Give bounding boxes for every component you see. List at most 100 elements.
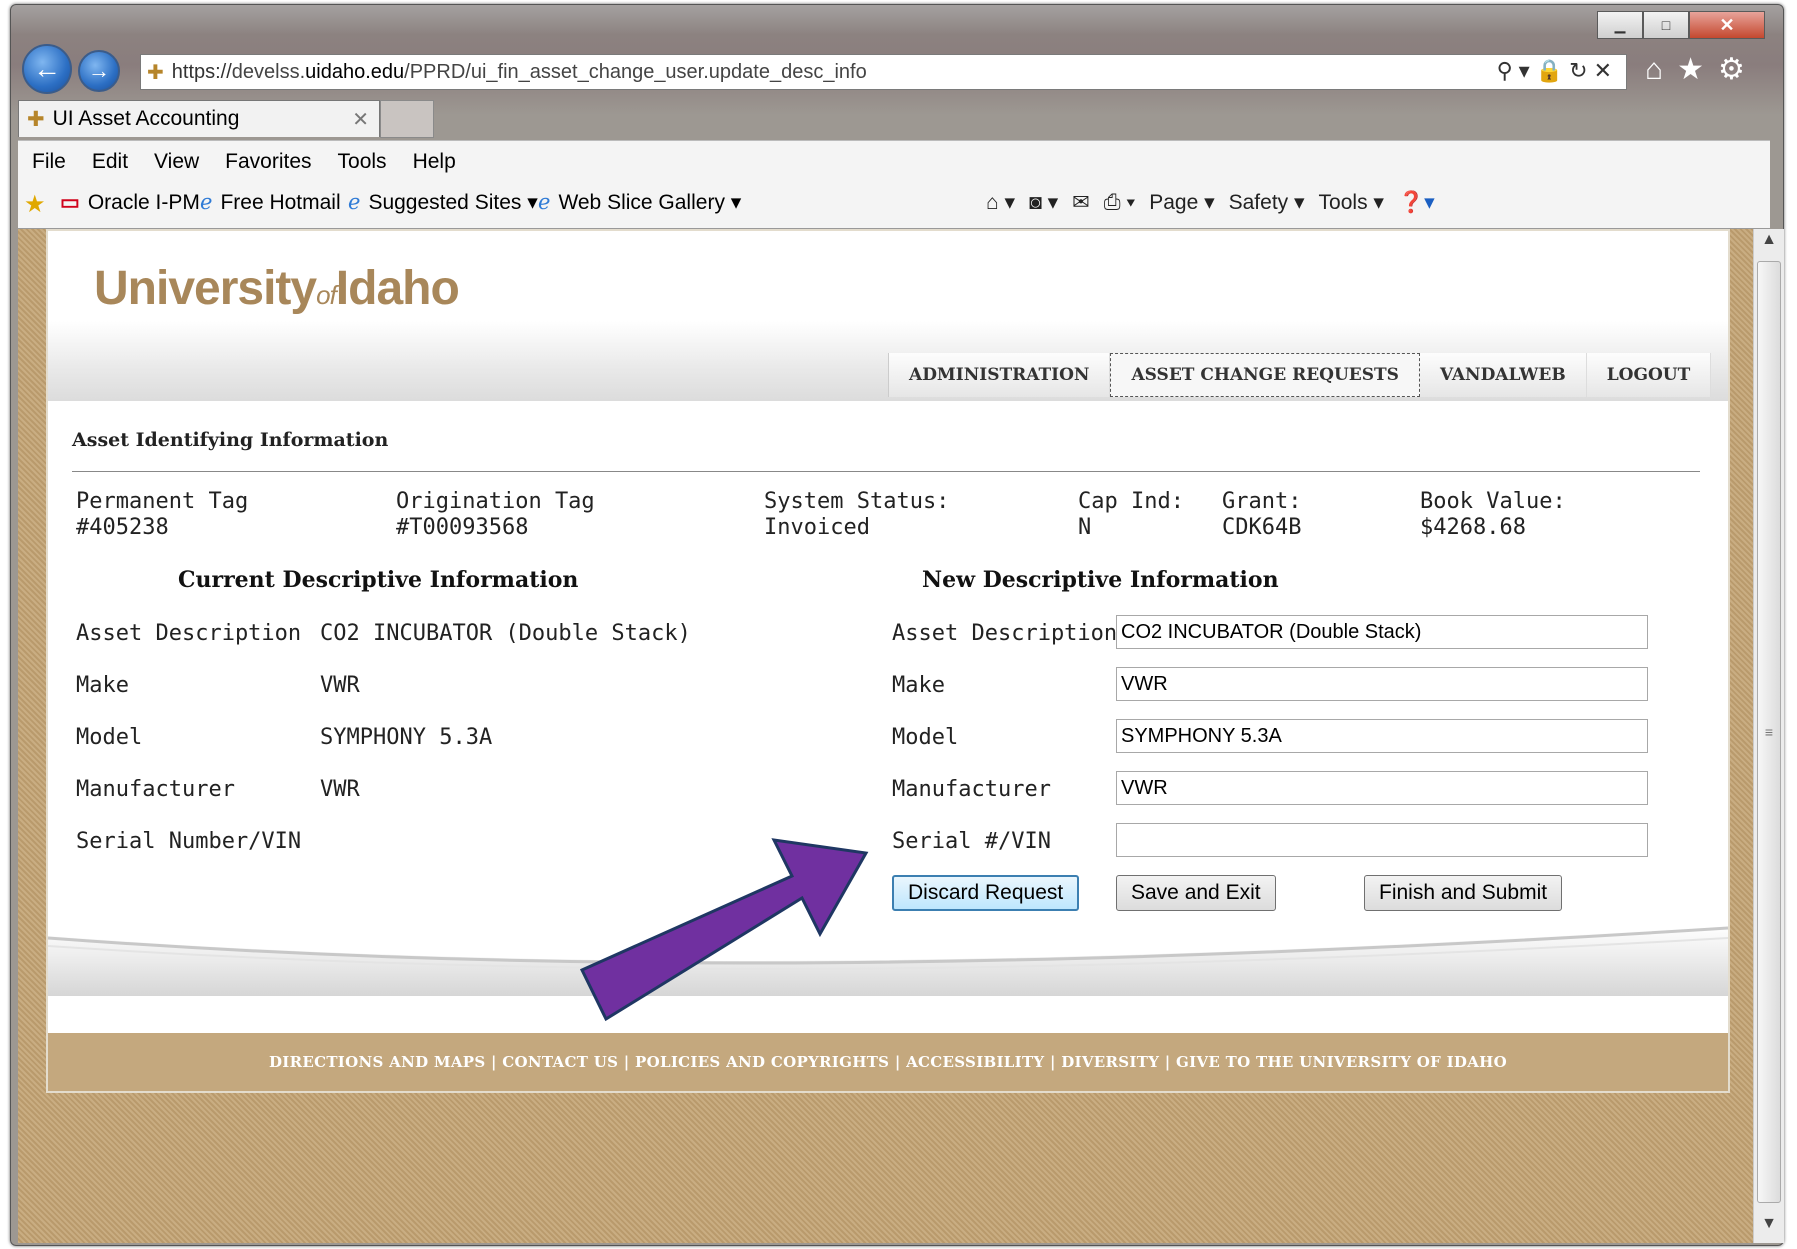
- current-info-heading: Current Descriptive Information: [178, 567, 579, 593]
- origination-tag-label: Origination Tag: [396, 489, 595, 514]
- new-label-model: Model: [892, 725, 959, 750]
- fav-suggested-label: Suggested Sites ▾: [368, 191, 538, 214]
- lock-icon[interactable]: 🔒: [1536, 58, 1569, 83]
- minimize-icon[interactable]: ▁: [1597, 11, 1643, 39]
- scroll-down-icon[interactable]: ▼: [1754, 1215, 1784, 1241]
- feeds-icon[interactable]: ◙ ▾: [1029, 190, 1058, 215]
- site-footer[interactable]: DIRECTIONS AND MAPS | CONTACT US | POLIC…: [48, 1033, 1728, 1091]
- new-info-heading: New Descriptive Information: [922, 567, 1279, 593]
- scroll-thumb[interactable]: ≡: [1757, 261, 1781, 1203]
- cap-ind-value: N: [1078, 515, 1092, 540]
- fav-web-slice-gallery[interactable]: ℯ Web Slice Gallery ▾: [538, 190, 741, 215]
- fav-oracle-ipm[interactable]: ▭ Oracle I-PM: [60, 190, 200, 215]
- menu-edit[interactable]: Edit: [92, 150, 128, 174]
- model-input[interactable]: [1116, 719, 1648, 753]
- current-label-model: Model: [76, 725, 143, 750]
- home-cmd-icon[interactable]: ⌂ ▾: [986, 190, 1015, 215]
- tab-favicon-icon: ✚: [27, 107, 45, 131]
- nav-logout[interactable]: LOGOUT: [1587, 353, 1712, 397]
- vertical-scrollbar[interactable]: ▲ ≡ ▼: [1753, 229, 1784, 1243]
- gear-icon[interactable]: ⚙: [1718, 53, 1759, 86]
- cmd-page[interactable]: Page ▾: [1149, 190, 1214, 215]
- web-page: UniversityofIdaho ADMINISTRATION ASSET C…: [46, 229, 1730, 1093]
- fav-oracle-label: Oracle I-PM: [87, 190, 200, 214]
- cap-ind-label: Cap Ind:: [1078, 489, 1184, 514]
- new-label-make: Make: [892, 673, 945, 698]
- manufacturer-input[interactable]: [1116, 771, 1648, 805]
- address-tools: ⚲▾🔒↻✕: [1497, 58, 1618, 84]
- command-icons: ⌂ ▾ ◙ ▾ ✉ ⎙ ▾ Page ▾ Safety ▾ Tools ▾ ❓▾: [986, 190, 1435, 215]
- menu-help[interactable]: Help: [413, 150, 456, 174]
- back-icon[interactable]: ←: [22, 44, 72, 94]
- address-bar[interactable]: ✚ https://develss. uidaho.edu/PPRD/ui_fin…: [140, 54, 1627, 90]
- favorites-star-icon[interactable]: ★: [1677, 53, 1718, 86]
- nav-asset-change-requests[interactable]: ASSET CHANGE REQUESTS: [1110, 353, 1420, 397]
- url-scheme: https://: [171, 60, 232, 83]
- current-value-asset-description: CO2 INCUBATOR (Double Stack): [320, 621, 691, 646]
- asset-description-input[interactable]: [1116, 615, 1648, 649]
- new-label-asset-description: Asset Description: [892, 621, 1118, 646]
- print-icon[interactable]: ⎙ ▾: [1104, 191, 1135, 215]
- stop-icon[interactable]: ✕: [1594, 58, 1618, 83]
- forward-icon[interactable]: →: [78, 50, 120, 92]
- refresh-icon[interactable]: ↻: [1569, 58, 1593, 83]
- help-icon[interactable]: ❓▾: [1398, 190, 1435, 215]
- serial-vin-input[interactable]: [1116, 823, 1648, 857]
- book-value: Book Value: $4268.68: [1420, 489, 1566, 541]
- system-status: System Status: Invoiced: [764, 489, 949, 541]
- maximize-icon[interactable]: □: [1643, 11, 1689, 39]
- nav-administration[interactable]: ADMINISTRATION: [889, 353, 1111, 397]
- url-host-prefix: develss.: [231, 60, 306, 83]
- tab-ui-asset-accounting[interactable]: ✚ UI Asset Accounting ✕: [18, 100, 380, 137]
- university-of-idaho-logo[interactable]: UniversityofIdaho: [94, 261, 460, 316]
- discard-request-button[interactable]: Discard Request: [892, 875, 1080, 911]
- ie-page-icon: ℯ: [200, 191, 213, 214]
- fav-free-hotmail[interactable]: ℯ Free Hotmail: [200, 190, 341, 215]
- current-label-serial: Serial Number/VIN: [76, 829, 302, 854]
- cmd-safety[interactable]: Safety ▾: [1229, 190, 1305, 215]
- new-label-manufacturer: Manufacturer: [892, 777, 1051, 802]
- current-label-manufacturer: Manufacturer: [76, 777, 235, 802]
- fav-hotmail-label: Free Hotmail: [220, 190, 341, 214]
- fav-webslice-label: Web Slice Gallery ▾: [558, 191, 742, 214]
- menu-file[interactable]: File: [32, 150, 66, 174]
- section-divider: [72, 471, 1700, 472]
- scroll-up-icon[interactable]: ▲: [1754, 231, 1784, 257]
- logo-university: University: [94, 262, 317, 315]
- finish-and-submit-button[interactable]: Finish and Submit: [1364, 875, 1563, 911]
- cmd-tools[interactable]: Tools ▾: [1319, 190, 1384, 215]
- cap-ind: Cap Ind: N: [1078, 489, 1184, 541]
- close-tab-icon[interactable]: ✕: [352, 107, 369, 132]
- favorites-star-add-icon[interactable]: ★: [24, 190, 46, 219]
- logo-of: of: [316, 280, 337, 310]
- menu-favorites[interactable]: Favorites: [225, 150, 311, 174]
- url-path: /PPRD/ui_fin_asset_change_user.update_de…: [404, 60, 867, 83]
- oracle-icon: ▭: [60, 191, 80, 214]
- close-window-icon[interactable]: ✕: [1689, 11, 1765, 39]
- url-domain: uidaho.edu: [305, 60, 405, 83]
- section-title: Asset Identifying Information: [72, 429, 389, 451]
- grant-value: CDK64B: [1222, 515, 1302, 540]
- save-and-exit-button[interactable]: Save and Exit: [1116, 875, 1276, 911]
- site-nav: ADMINISTRATION ASSET CHANGE REQUESTS VAN…: [888, 353, 1712, 397]
- logo-idaho: Idaho: [335, 262, 460, 315]
- tab-title: UI Asset Accounting: [52, 107, 240, 130]
- permanent-tag: Permanent Tag #405238: [76, 489, 248, 541]
- menu-view[interactable]: View: [154, 150, 199, 174]
- mail-icon[interactable]: ✉: [1072, 190, 1090, 215]
- nav-vandalweb[interactable]: VANDALWEB: [1420, 353, 1587, 397]
- home-icon[interactable]: ⌂: [1645, 53, 1677, 86]
- current-label-asset-description: Asset Description: [76, 621, 302, 646]
- search-icon[interactable]: ⚲▾: [1497, 58, 1536, 83]
- new-tab-button[interactable]: [380, 100, 434, 138]
- current-value-manufacturer: VWR: [320, 777, 360, 802]
- menu-tools[interactable]: Tools: [338, 150, 387, 174]
- current-value-model: SYMPHONY 5.3A: [320, 725, 493, 750]
- make-input[interactable]: [1116, 667, 1648, 701]
- browser-right-icons: ⌂★⚙: [1645, 52, 1759, 87]
- origination-tag-value: #T00093568: [396, 515, 529, 540]
- ie-page-icon: ℯ: [538, 191, 551, 214]
- fav-suggested-sites[interactable]: ℯ Suggested Sites ▾: [348, 190, 538, 215]
- permanent-tag-value: #405238: [76, 515, 169, 540]
- window-controls: ▁ □ ✕: [1597, 11, 1765, 39]
